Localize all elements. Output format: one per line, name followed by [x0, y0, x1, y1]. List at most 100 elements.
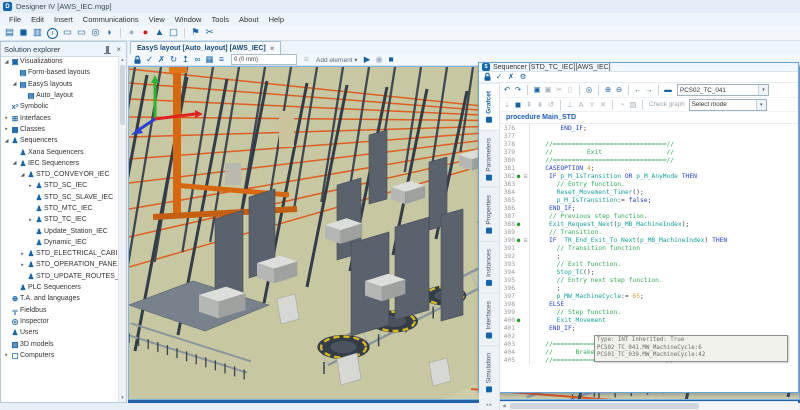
tab-close-icon[interactable]: × [270, 44, 275, 53]
chevron-down-icon[interactable]: ▾ [758, 85, 768, 95]
tree-item[interactable]: ▸⊞Interfaces [1, 112, 119, 123]
sequencer-title-bar[interactable]: S Sequencer [STD_TC_IEC][AWS_IEC] [479, 63, 798, 72]
eye-icon[interactable]: ◉ [374, 54, 385, 65]
fold-icon[interactable]: ⊟ [522, 236, 530, 244]
menu-edit[interactable]: Edit [26, 15, 49, 24]
expander-icon[interactable]: ◢ [19, 172, 26, 178]
menu-communications[interactable]: Communications [78, 15, 144, 24]
tree-item[interactable]: ◎Inspector [1, 316, 119, 327]
tree-item[interactable]: ♟Users [1, 327, 119, 338]
list-icon[interactable]: ≡ [216, 54, 227, 65]
breakpoint-icon[interactable]: ● [515, 221, 522, 228]
add-element-button[interactable]: Add element ▾ [316, 56, 358, 64]
tree-item[interactable]: ◢▣Visualizations [1, 56, 119, 67]
new-project-icon[interactable]: ▤ [3, 27, 16, 40]
tree-item[interactable]: ♟PLC Sequencers [1, 282, 119, 293]
link-icon[interactable]: ∞ [192, 54, 203, 65]
loop-icon[interactable]: ↺ [546, 100, 556, 110]
side-tab-parameters[interactable]: Parameters [479, 130, 499, 188]
shortcuts-icon[interactable]: ✂ [203, 27, 216, 40]
lock-icon[interactable] [482, 72, 492, 82]
cancel-icon[interactable]: ✗ [156, 54, 167, 65]
refresh-icon[interactable]: ↻ [168, 54, 179, 65]
tree-item[interactable]: ▸♟STD_ELECTRICAL_CABI... [1, 248, 119, 259]
scroll-up-icon[interactable]: ▲ [119, 56, 126, 64]
tree-item[interactable]: ◢♟IEC Sequencers [1, 158, 119, 169]
menu-insert[interactable]: Insert [49, 15, 78, 24]
comments-icon[interactable]: ◗ [103, 27, 116, 40]
run-export-icon[interactable]: ⚑ [189, 27, 202, 40]
hscroll-thumb[interactable] [510, 403, 699, 409]
align-bottom-icon[interactable]: ⊥ [565, 100, 575, 110]
offline-icon[interactable]: ● [139, 27, 152, 40]
tree-item[interactable]: ♟Update_Station_IEC [1, 225, 119, 236]
pin-icon[interactable] [106, 46, 109, 53]
breakpoint-icon[interactable]: ● [515, 237, 522, 244]
side-tab-instances[interactable]: Instances [479, 241, 499, 293]
apply-icon[interactable]: ✓ [144, 54, 155, 65]
tree-item[interactable]: ♟STD_UPDATE_ROUTES_IEC [1, 271, 119, 282]
pan-icon[interactable]: ◎ [584, 85, 594, 95]
copy-disabled-icon[interactable]: ▣ [543, 85, 553, 95]
close-icon[interactable]: × [114, 45, 123, 54]
code-horizontal-scrollbar[interactable]: ◀ [500, 401, 798, 410]
breakpoint-icon[interactable]: ● [515, 317, 522, 324]
tree-item[interactable]: ♟STD_SC_SLAVE_IEC [1, 192, 119, 203]
tree-item[interactable]: ◢♟STD_CONVEYOR_IEC [1, 169, 119, 180]
menu-about[interactable]: About [234, 15, 264, 24]
alerts-icon[interactable]: ▲ [153, 27, 166, 40]
binoculars-icon[interactable]: ◎ [89, 27, 102, 40]
info-icon[interactable]: i [47, 28, 58, 39]
gear-icon[interactable]: ⚙ [518, 72, 528, 82]
collapse-icon[interactable]: ▬ [663, 85, 673, 95]
measure-field[interactable]: 0 (0 mm) [231, 54, 297, 65]
menu-window[interactable]: Window [170, 15, 207, 24]
scroll-thumb[interactable] [120, 65, 125, 125]
tree-item[interactable]: ▤Auto_layout [1, 90, 119, 101]
align-y-icon[interactable]: Y [587, 100, 597, 110]
tab-easys-layout[interactable]: EasyS layout [Auto_layout] [AWS_IEC] × [130, 41, 281, 54]
upload-icon[interactable]: ↥ [180, 54, 191, 65]
delete-disabled-icon[interactable]: ▯ [565, 85, 575, 95]
step16a-icon[interactable]: ⇞ [524, 100, 534, 110]
step16b-icon[interactable]: ⇟ [535, 100, 545, 110]
open-project-icon[interactable]: ◼ [17, 27, 30, 40]
expander-icon[interactable]: ▸ [27, 183, 34, 189]
expander-icon[interactable]: ◢ [3, 59, 10, 65]
fold-icon[interactable]: ⊟ [522, 172, 530, 180]
step-down-icon[interactable]: ⇣ [502, 100, 512, 110]
expander-icon[interactable]: ▸ [27, 217, 34, 223]
tree-item[interactable]: ♟Dynamic_IEC [1, 237, 119, 248]
breakpoint-icon[interactable]: ● [515, 173, 522, 180]
menu-tools[interactable]: Tools [206, 15, 234, 24]
side-tab-simulation[interactable]: Simulation [479, 345, 499, 399]
tree-scrollbar[interactable]: ▲ ▼ [118, 56, 126, 402]
expander-icon[interactable]: ◢ [11, 81, 18, 87]
redo-icon[interactable]: ↷ [513, 85, 523, 95]
layouts-icon[interactable]: ▥ [31, 27, 44, 40]
tree-item[interactable]: ▸♟STD_SC_IEC [1, 180, 119, 191]
expander-icon[interactable]: ▸ [3, 115, 10, 121]
window-grid2-icon[interactable]: ▭ [75, 27, 88, 40]
copy-icon[interactable]: ▣ [532, 85, 542, 95]
nav-left-icon[interactable]: ← [633, 85, 643, 95]
stop-icon[interactable]: ■ [386, 54, 397, 65]
cut-disabled-icon[interactable]: ✂ [554, 85, 564, 95]
tree-item[interactable]: ╦Fieldbus [1, 305, 119, 316]
lock-icon[interactable] [132, 54, 143, 65]
expander-icon[interactable]: ◢ [11, 160, 18, 166]
expander-icon[interactable]: ▸ [3, 126, 10, 132]
align-a-icon[interactable]: A [576, 100, 586, 110]
undo-icon[interactable]: ↶ [502, 85, 512, 95]
cancel-icon[interactable]: ✗ [506, 72, 516, 82]
tree-item[interactable]: ▸▢Computers [1, 350, 119, 361]
remote-assist-icon[interactable]: ▢ [167, 27, 180, 40]
check-graph-label[interactable]: Check graph [649, 101, 685, 108]
folder-icon[interactable]: ◼ [513, 100, 523, 110]
apply-icon[interactable]: ✓ [494, 72, 504, 82]
tree-item[interactable]: ♟STD_MTC_IEC [1, 203, 119, 214]
side-tab-interfaces[interactable]: Interfaces [479, 293, 499, 346]
play-icon[interactable]: ▶ [362, 54, 373, 65]
menu-help[interactable]: Help [264, 15, 289, 24]
tree-item[interactable]: ◢♟Sequencers [1, 135, 119, 146]
